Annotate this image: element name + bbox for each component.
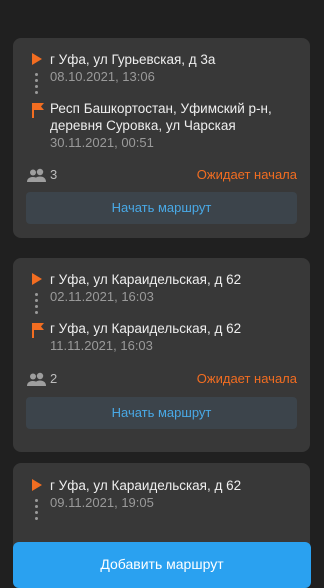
route-dots-icon <box>35 73 39 97</box>
start-point: г Уфа, ул Караидельская, д 62 09.11.2021… <box>50 477 300 511</box>
end-point: Респ Башкортостан, Уфимский р-н, деревня… <box>50 100 300 151</box>
start-date: 02.11.2021, 16:03 <box>50 289 154 304</box>
route-card[interactable]: г Уфа, ул Караидельская, д 62 09.11.2021… <box>13 463 310 553</box>
start-route-button[interactable]: Начать маршрут <box>26 397 297 429</box>
passenger-count: 2 <box>50 371 58 386</box>
start-point: г Уфа, ул Караидельская, д 62 02.11.2021… <box>50 271 300 305</box>
finish-flag-icon <box>32 103 44 118</box>
end-date: 11.11.2021, 16:03 <box>50 338 153 353</box>
start-address: г Уфа, ул Караидельская, д 62 <box>50 272 242 287</box>
route-dots-icon <box>35 499 39 523</box>
end-address: г Уфа, ул Караидельская, д 62 <box>50 321 242 336</box>
status-badge: Ожидает начала <box>196 167 297 182</box>
start-point-icon <box>32 53 42 65</box>
start-point-icon <box>32 479 42 491</box>
end-point: г Уфа, ул Караидельская, д 62 11.11.2021… <box>50 320 300 354</box>
status-badge: Ожидает начала <box>196 371 297 386</box>
start-point-icon <box>32 273 42 285</box>
start-date: 08.10.2021, 13:06 <box>50 69 155 84</box>
people-icon <box>27 372 46 386</box>
route-card[interactable]: г Уфа, ул Караидельская, д 62 02.11.2021… <box>13 258 310 452</box>
route-card[interactable]: г Уфа, ул Гурьевская, д 3а 08.10.2021, 1… <box>13 38 310 238</box>
add-route-button[interactable]: Добавить маршрут <box>13 542 311 588</box>
end-address: Респ Башкортостан, Уфимский р-н, деревня… <box>50 101 272 133</box>
passenger-count: 3 <box>50 167 58 182</box>
start-route-button[interactable]: Начать маршрут <box>26 192 297 224</box>
start-address: г Уфа, ул Гурьевская, д 3а <box>50 52 216 67</box>
route-dots-icon <box>35 293 39 317</box>
end-date: 30.11.2021, 00:51 <box>50 135 154 150</box>
people-icon <box>27 168 46 182</box>
start-address: г Уфа, ул Караидельская, д 62 <box>50 478 242 493</box>
finish-flag-icon <box>32 323 44 338</box>
start-date: 09.11.2021, 19:05 <box>50 495 154 510</box>
start-point: г Уфа, ул Гурьевская, д 3а 08.10.2021, 1… <box>50 51 300 85</box>
